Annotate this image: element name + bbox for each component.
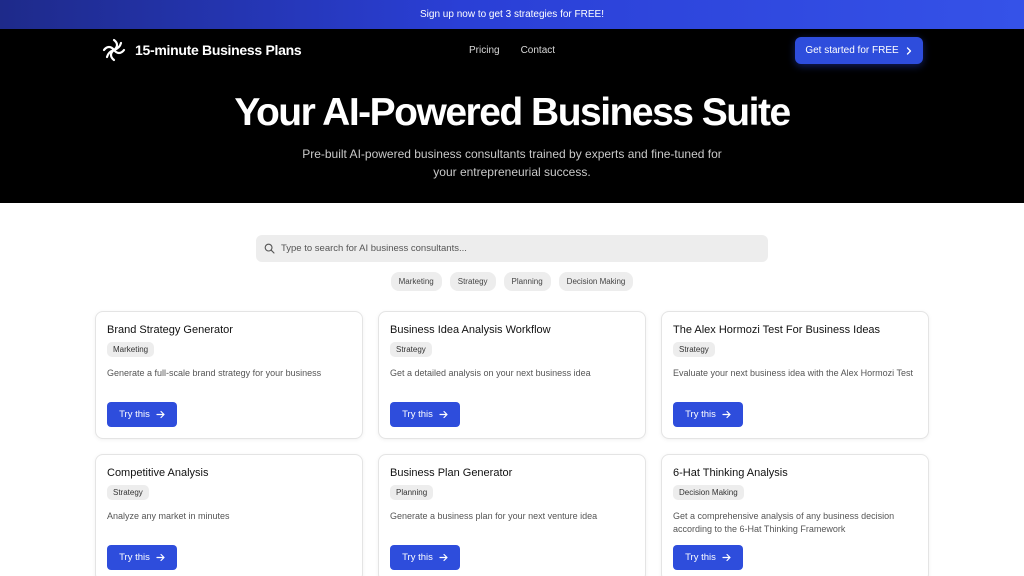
consultant-card: Business Plan Generator Planning Generat…: [378, 454, 646, 576]
filter-chip-planning[interactable]: Planning: [503, 272, 551, 291]
card-tag: Strategy: [673, 342, 715, 357]
arrow-right-icon: [439, 553, 448, 562]
try-this-label: Try this: [119, 552, 150, 563]
filter-chip-decision-making[interactable]: Decision Making: [558, 272, 634, 291]
chevron-right-icon: [905, 46, 913, 55]
card-description: Get a detailed analysis on your next bus…: [390, 368, 591, 378]
main-nav: Pricing Contact: [469, 45, 555, 56]
get-started-button[interactable]: Get started for FREE: [795, 37, 923, 64]
category-filters: Marketing Strategy Planning Decision Mak…: [0, 272, 1024, 291]
consultant-card: Competitive Analysis Strategy Analyze an…: [95, 454, 363, 576]
arrow-right-icon: [156, 553, 165, 562]
try-this-label: Try this: [685, 409, 716, 420]
card-tag: Decision Making: [673, 485, 744, 500]
card-title: Brand Strategy Generator: [107, 324, 233, 336]
arrow-right-icon: [439, 410, 448, 419]
try-this-label: Try this: [685, 552, 716, 563]
brand-name: 15-minute Business Plans: [135, 42, 302, 58]
try-this-button[interactable]: Try this: [390, 545, 460, 570]
consultant-card: 6-Hat Thinking Analysis Decision Making …: [661, 454, 929, 576]
card-description: Generate a full-scale brand strategy for…: [107, 368, 322, 378]
spiral-logo-icon: [101, 37, 127, 63]
arrow-right-icon: [722, 410, 731, 419]
brand-logo[interactable]: 15-minute Business Plans: [101, 37, 302, 63]
promo-text[interactable]: Sign up now to get 3 strategies for FREE…: [420, 9, 604, 20]
arrow-right-icon: [156, 410, 165, 419]
try-this-button[interactable]: Try this: [673, 545, 743, 570]
try-this-button[interactable]: Try this: [107, 545, 177, 570]
card-description: Analyze any market in minutes: [107, 511, 230, 521]
get-started-label: Get started for FREE: [805, 45, 899, 56]
consultant-card: Business Idea Analysis Workflow Strategy…: [378, 311, 646, 439]
hero-section: 15-minute Business Plans Pricing Contact…: [0, 29, 1024, 203]
filter-chip-strategy[interactable]: Strategy: [449, 272, 496, 291]
consultant-card: Brand Strategy Generator Marketing Gener…: [95, 311, 363, 439]
try-this-button[interactable]: Try this: [390, 402, 460, 427]
page-title: Your AI-Powered Business Suite: [234, 91, 791, 134]
consultant-card: The Alex Hormozi Test For Business Ideas…: [661, 311, 929, 439]
try-this-label: Try this: [402, 552, 433, 563]
try-this-label: Try this: [402, 409, 433, 420]
try-this-label: Try this: [119, 409, 150, 420]
card-title: Business Plan Generator: [390, 467, 513, 479]
card-tag: Strategy: [390, 342, 432, 357]
nav-item-contact[interactable]: Contact: [521, 45, 555, 56]
card-tag: Strategy: [107, 485, 149, 500]
consultant-grid: Brand Strategy Generator Marketing Gener…: [95, 311, 929, 576]
card-description: Generate a business plan for your next v…: [390, 511, 598, 521]
card-description: Get a comprehensive analysis of any busi…: [673, 511, 895, 534]
card-title: 6-Hat Thinking Analysis: [673, 467, 788, 479]
card-title: The Alex Hormozi Test For Business Ideas: [673, 324, 881, 336]
try-this-button[interactable]: Try this: [107, 402, 177, 427]
card-description: Evaluate your next business idea with th…: [673, 368, 913, 378]
hero-subtitle: Pre-built AI-powered business consultant…: [302, 147, 722, 179]
card-tag: Planning: [390, 485, 434, 500]
try-this-button[interactable]: Try this: [673, 402, 743, 427]
card-title: Business Idea Analysis Workflow: [390, 324, 551, 336]
search-input[interactable]: [281, 243, 761, 254]
arrow-right-icon: [722, 553, 731, 562]
nav-item-pricing[interactable]: Pricing: [469, 45, 500, 56]
card-tag: Marketing: [107, 342, 155, 357]
card-title: Competitive Analysis: [107, 467, 209, 479]
search-icon: [264, 243, 275, 254]
filter-chip-marketing[interactable]: Marketing: [390, 272, 442, 291]
promo-banner[interactable]: Sign up now to get 3 strategies for FREE…: [0, 0, 1024, 29]
search-bar[interactable]: [256, 235, 768, 262]
